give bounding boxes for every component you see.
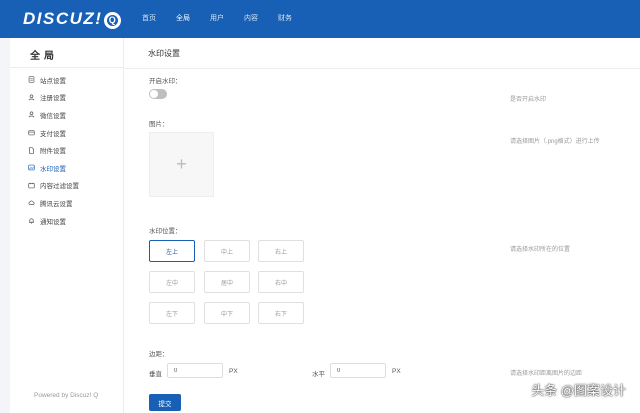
enable-watermark-label: 开启水印： — [149, 78, 182, 85]
position-top-right[interactable]: 右上 — [258, 240, 304, 262]
sidebar-item-label: 通知设置 — [40, 218, 66, 226]
image-label: 图片： — [149, 121, 169, 128]
sidebar-item-wechat[interactable]: 微信设置 — [28, 106, 79, 124]
position-hint: 请选择水印所在的位置 — [510, 247, 571, 253]
topnav-content[interactable]: 内容 — [234, 0, 268, 38]
attachment-icon — [29, 147, 34, 154]
sidebar-item-attachment[interactable]: 附件设置 — [28, 141, 79, 159]
position-middle-right[interactable]: 右中 — [258, 271, 304, 293]
image-hint: 请选择图片（.png格式）进行上传 — [510, 139, 600, 145]
vertical-unit: PX — [229, 368, 238, 375]
topnav-global[interactable]: 全局 — [166, 0, 200, 38]
left-gutter — [0, 38, 10, 413]
sidebar-item-payment[interactable]: 支付设置 — [28, 124, 79, 142]
position-bottom-center[interactable]: 中下 — [204, 302, 250, 324]
sidebar-title: 全局 — [30, 51, 58, 62]
sidebar-item-label: 支付设置 — [40, 130, 66, 138]
filter-icon — [28, 182, 35, 189]
sidebar-item-notification[interactable]: 通知设置 — [28, 212, 79, 230]
wallet-icon — [28, 130, 35, 136]
submit-button[interactable]: 提交 — [149, 394, 181, 411]
page-title: 水印设置 — [148, 49, 180, 58]
sidebar-item-label: 内容过滤设置 — [40, 183, 79, 191]
topnav-home[interactable]: 首页 — [132, 0, 166, 38]
enable-watermark-hint: 是否开启水印 — [510, 97, 547, 103]
position-top-left[interactable]: 左上 — [149, 240, 195, 262]
sidebar-item-label: 腾讯云设置 — [40, 200, 73, 208]
top-nav: 首页 全局 用户 内容 财务 — [132, 0, 302, 38]
sidebar-item-site[interactable]: 站点设置 — [28, 71, 79, 89]
sidebar-item-label: 注册设置 — [40, 95, 66, 103]
position-bottom-right[interactable]: 右下 — [258, 302, 304, 324]
title-divider — [124, 68, 640, 69]
vertical-label: 垂直 — [149, 371, 162, 378]
sidebar-item-filter[interactable]: 内容过滤设置 — [28, 177, 79, 195]
bell-icon — [29, 218, 34, 224]
cloud-icon — [28, 201, 35, 206]
sidebar-item-label: 微信设置 — [40, 112, 66, 120]
position-top-center[interactable]: 中上 — [204, 240, 250, 262]
user-icon — [28, 94, 35, 101]
topnav-users[interactable]: 用户 — [200, 0, 234, 38]
topnav-finance[interactable]: 财务 — [268, 0, 302, 38]
plus-icon: + — [176, 154, 187, 174]
image-upload-box[interactable]: + — [149, 132, 214, 197]
position-label: 水印位置： — [149, 228, 182, 235]
discuz-logo[interactable]: DISCUZ! Q — [23, 9, 122, 29]
user-icon — [28, 112, 35, 118]
powered-by-text: Powered by Discuz! Q — [34, 392, 99, 399]
position-middle-left[interactable]: 左中 — [149, 271, 195, 293]
horizontal-unit: PX — [392, 368, 401, 375]
sidebar-item-tencent-cloud[interactable]: 腾讯云设置 — [28, 194, 79, 212]
position-bottom-left[interactable]: 左下 — [149, 302, 195, 324]
vertical-margin-input[interactable] — [167, 363, 223, 378]
site-watermark: 头条 @图案设计 — [531, 383, 626, 398]
sidebar-item-label: 站点设置 — [40, 77, 66, 85]
margin-label: 边距： — [149, 351, 169, 358]
sidebar: 全局 站点设置 注册设置 微信设置 支付设置 附件设置 水印设置 内容过滤设置 … — [10, 38, 124, 413]
main-content: 水印设置 开启水印： 是否开启水印 图片： + 请选择图片（.png格式）进行上… — [124, 38, 640, 413]
sidebar-divider — [10, 67, 123, 68]
top-navbar: DISCUZ! Q 首页 全局 用户 内容 财务 — [0, 0, 640, 38]
settings-doc-icon — [28, 76, 35, 83]
sidebar-item-watermark[interactable]: 水印设置 — [28, 159, 79, 177]
margin-hint: 请选择水印距离图片的边距 — [510, 371, 583, 377]
image-icon — [28, 164, 35, 171]
position-center[interactable]: 居中 — [204, 271, 250, 293]
sidebar-menu: 站点设置 注册设置 微信设置 支付设置 附件设置 水印设置 内容过滤设置 腾讯云… — [28, 71, 79, 229]
sidebar-item-label: 附件设置 — [40, 148, 66, 156]
sidebar-item-label: 水印设置 — [40, 165, 66, 173]
horizontal-margin-input[interactable] — [330, 363, 386, 378]
sidebar-item-register[interactable]: 注册设置 — [28, 89, 79, 107]
horizontal-label: 水平 — [312, 371, 325, 378]
logo-q-icon: Q — [104, 12, 122, 29]
enable-watermark-toggle[interactable] — [149, 89, 167, 99]
